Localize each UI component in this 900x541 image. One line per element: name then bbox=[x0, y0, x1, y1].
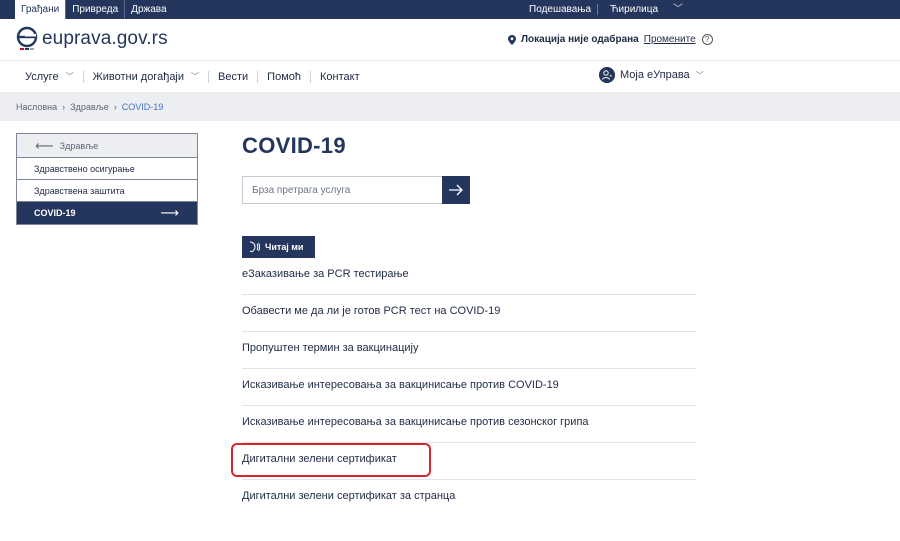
chevron-down-icon: ﹀ bbox=[695, 70, 704, 80]
chevron-down-icon: ﹀ bbox=[65, 72, 74, 81]
my-account-label: Моја еУправа bbox=[620, 69, 690, 81]
highlight-box bbox=[231, 443, 431, 477]
service-link[interactable]: Обавести ме да ли је готов PCR тест на C… bbox=[242, 305, 500, 317]
side-item-health-care[interactable]: Здравствена заштита bbox=[17, 180, 197, 202]
help-icon[interactable]: ? bbox=[701, 34, 713, 45]
nav-item-help[interactable]: Помоћ bbox=[257, 70, 310, 83]
nav-item-label: Контакт bbox=[320, 70, 360, 83]
breadcrumb-home[interactable]: Насловна bbox=[16, 102, 57, 112]
script-selector-label: Ћирилица bbox=[610, 4, 658, 15]
location-label: Локација није одабрана bbox=[521, 34, 639, 45]
divider bbox=[242, 294, 696, 295]
tab-business[interactable]: Привреда bbox=[65, 0, 124, 19]
quick-search bbox=[242, 176, 470, 204]
tab-citizens[interactable]: Грађани bbox=[15, 0, 66, 19]
nav-item-news[interactable]: Вести bbox=[208, 70, 257, 83]
service-item: Исказивање интересовања за вакцинисање п… bbox=[242, 416, 696, 443]
arrow-right-icon: ⟶ bbox=[160, 205, 179, 220]
logo-text: euprava.gov.rs bbox=[42, 28, 168, 49]
nav-item-label: Помоћ bbox=[267, 70, 301, 83]
side-back-link[interactable]: ⟵ Здравље bbox=[17, 134, 197, 158]
side-item-covid[interactable]: COVID-19 ⟶ bbox=[17, 202, 197, 224]
speaker-icon bbox=[249, 241, 260, 253]
logo[interactable]: euprava.gov.rs bbox=[16, 26, 168, 52]
service-link[interactable]: Пропуштен термин за вакцинацију bbox=[242, 342, 418, 354]
script-selector[interactable]: Ћирилица ﹀ bbox=[598, 0, 695, 19]
arrow-left-icon: ⟵ bbox=[35, 137, 54, 153]
nav-item-label: Животни догађаји bbox=[92, 70, 185, 83]
divider bbox=[242, 331, 696, 332]
euprava-logo-icon bbox=[16, 26, 38, 50]
service-link[interactable]: Дигитални зелени сертификат за странца bbox=[242, 490, 455, 502]
side-back-label: Здравље bbox=[59, 140, 99, 151]
nav-item-services[interactable]: Услуге ﹀ bbox=[16, 71, 83, 83]
page-title: COVID-19 bbox=[242, 133, 346, 158]
location-pin-icon bbox=[508, 34, 516, 45]
service-link[interactable]: Исказивање интересовања за вакцинисање п… bbox=[242, 416, 589, 428]
arrow-right-icon bbox=[449, 184, 463, 196]
top-bar-right: Подешавања Ћирилица ﹀ bbox=[523, 0, 695, 19]
service-item: Обавести ме да ли је готов PCR тест на C… bbox=[242, 305, 696, 332]
chevron-right-icon: › bbox=[62, 101, 66, 112]
side-item-label: COVID-19 bbox=[34, 208, 76, 218]
divider bbox=[242, 368, 696, 369]
service-link[interactable]: Исказивање интересовања за вакцинисање п… bbox=[242, 379, 559, 391]
breadcrumb-current: COVID-19 bbox=[121, 101, 164, 112]
site-header: euprava.gov.rs Локација није одабрана Пр… bbox=[0, 19, 900, 60]
nav-item-contact[interactable]: Контакт bbox=[310, 70, 369, 83]
side-menu: ⟵ Здравље Здравствено осигурање Здравств… bbox=[16, 133, 198, 225]
divider bbox=[242, 405, 696, 406]
nav-item-label: Вести bbox=[218, 70, 249, 83]
chevron-down-icon: ﹀ bbox=[673, 4, 683, 15]
user-avatar-icon bbox=[599, 67, 615, 83]
breadcrumb-bar: Насловна › Здравље › COVID-19 bbox=[0, 92, 900, 121]
nav-item-label: Услуге bbox=[25, 70, 59, 83]
chevron-right-icon: › bbox=[113, 101, 117, 112]
search-submit-button[interactable] bbox=[442, 176, 470, 204]
my-account-menu[interactable]: Моја еУправа ﹀ bbox=[599, 67, 704, 83]
divider bbox=[242, 479, 696, 480]
breadcrumb-health[interactable]: Здравље bbox=[70, 102, 109, 112]
location-bar: Локација није одабрана Промените ? bbox=[508, 34, 713, 45]
service-item: Пропуштен термин за вакцинацију bbox=[242, 342, 696, 369]
side-item-health-insurance[interactable]: Здравствено осигурање bbox=[17, 158, 197, 180]
search-input[interactable] bbox=[242, 176, 442, 204]
audience-tabs: Грађани Привреда Држава bbox=[15, 0, 173, 19]
service-item: Дигитални зелени сертификат за странца bbox=[242, 490, 696, 502]
service-link[interactable]: еЗаказивање за PCR тестирање bbox=[242, 268, 409, 280]
service-item: еЗаказивање за PCR тестирање bbox=[242, 268, 696, 295]
change-location-link[interactable]: Промените bbox=[644, 34, 696, 45]
top-bar: Грађани Привреда Држава Подешавања Ћирил… bbox=[0, 0, 900, 19]
read-aloud-button[interactable]: Читај ми bbox=[242, 236, 315, 258]
chevron-down-icon: ﹀ bbox=[191, 72, 200, 81]
read-aloud-label: Читај ми bbox=[265, 242, 304, 252]
service-item: Исказивање интересовања за вакцинисање п… bbox=[242, 379, 696, 406]
tab-state[interactable]: Држава bbox=[124, 0, 172, 19]
nav-item-life-events[interactable]: Животни догађаји ﹀ bbox=[82, 70, 208, 83]
settings-link[interactable]: Подешавања bbox=[523, 0, 597, 19]
main-navigation: Услуге ﹀ Животни догађаји ﹀ Вести Помоћ Ко… bbox=[0, 60, 900, 92]
breadcrumb: Насловна › Здравље › COVID-19 bbox=[16, 92, 163, 121]
